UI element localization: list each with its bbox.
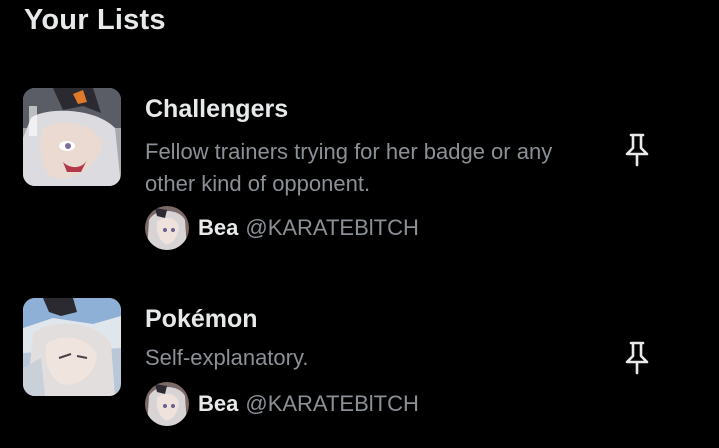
owner-handle: @KARATEBlTCH xyxy=(245,215,419,240)
avatar xyxy=(145,382,189,426)
list-thumbnail xyxy=(23,298,121,396)
owner-name: Bea xyxy=(198,215,239,240)
list-thumbnail xyxy=(23,88,121,186)
list-item-pokemon[interactable]: Pokémon Self-explanatory. Bea @KARATEBlT… xyxy=(0,298,719,428)
section-title: Your Lists xyxy=(24,4,166,36)
list-description: Self-explanatory. xyxy=(145,345,309,370)
list-owner[interactable]: Bea @KARATEBlTCH xyxy=(145,382,419,426)
list-item-challengers[interactable]: Challengers Fellow trainers trying for h… xyxy=(0,88,719,263)
owner-handle: @KARATEBlTCH xyxy=(245,391,419,416)
list-name[interactable]: Pokémon xyxy=(145,305,258,334)
list-description: Fellow trainers trying for her badge or … xyxy=(145,139,553,196)
avatar xyxy=(145,206,189,250)
pin-icon xyxy=(625,133,649,167)
pin-button[interactable] xyxy=(612,333,662,383)
list-owner[interactable]: Bea @KARATEBlTCH xyxy=(145,206,419,250)
pin-button[interactable] xyxy=(612,125,662,175)
pin-icon xyxy=(625,341,649,375)
list-name[interactable]: Challengers xyxy=(145,95,288,124)
owner-name: Bea xyxy=(198,391,239,416)
